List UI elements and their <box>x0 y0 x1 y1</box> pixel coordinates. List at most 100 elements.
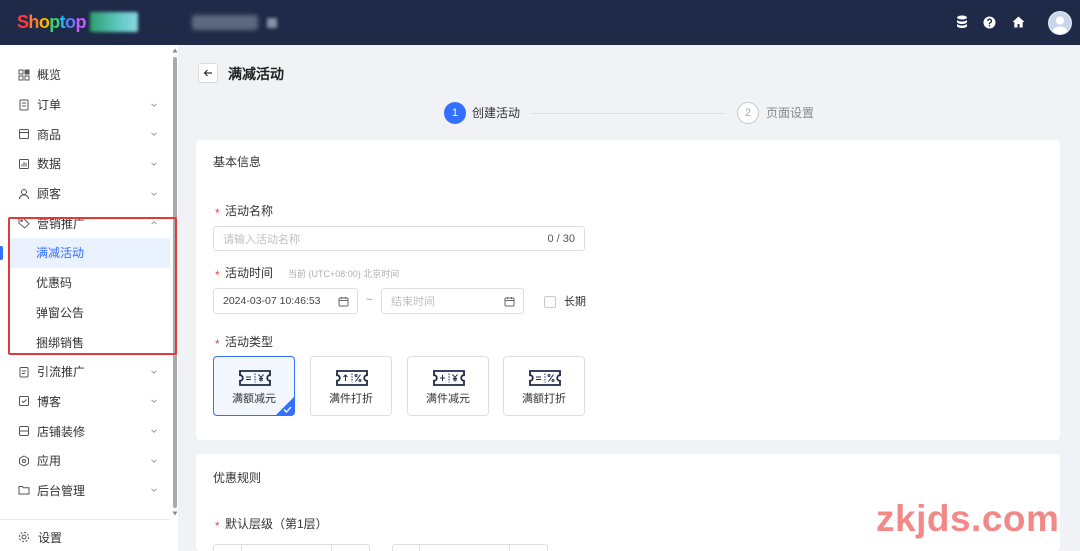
long-term-checkbox[interactable] <box>544 296 556 308</box>
step-2-circle: 2 <box>737 102 759 124</box>
sidebar-item-label: 后台管理 <box>37 483 86 498</box>
type-option-full-amount-discount[interactable]: 满额打折 <box>503 356 585 416</box>
sidebar-item-label: 顾客 <box>37 187 62 202</box>
chevron-down-icon <box>150 190 158 198</box>
ticket-percent-icon <box>335 369 369 387</box>
home-icon[interactable] <box>1010 14 1026 30</box>
sidebar-item-settings[interactable]: 设置 <box>0 524 170 550</box>
tier-threshold-input[interactable] <box>213 544 370 551</box>
active-item-indicator <box>0 246 3 260</box>
sidebar-item-admin[interactable]: 后台管理 <box>0 476 170 506</box>
logo-letter: h <box>28 12 39 32</box>
page-title: 满减活动 <box>228 66 284 82</box>
sidebar-item-traffic[interactable]: 引流推广 <box>0 357 170 387</box>
activity-name-label: 活动名称 <box>225 204 274 218</box>
dashboard-icon <box>18 69 30 81</box>
chevron-down-icon <box>150 101 158 109</box>
ticket-percent-icon <box>528 369 562 387</box>
type-option-full-quantity-minus[interactable]: 满件减元 <box>407 356 489 416</box>
folder-icon <box>18 484 30 496</box>
basic-info-card: 基本信息 * 活动名称 请输入活动名称 0 / 30 * 活动时间 当前 (UT… <box>196 140 1060 440</box>
scrollbar-down-arrow[interactable] <box>172 511 178 516</box>
basic-info-title: 基本信息 <box>213 155 262 169</box>
timezone-hint: 当前 (UTC+08:00) 北京时间 <box>288 269 400 279</box>
traffic-icon <box>18 366 30 378</box>
ticket-yuan-icon <box>432 369 466 387</box>
order-icon <box>18 99 30 111</box>
help-icon[interactable] <box>981 14 997 30</box>
chevron-down-icon <box>150 427 158 435</box>
blog-icon <box>18 395 30 407</box>
sidebar-item-label: 引流推广 <box>37 365 86 380</box>
logo-letter: o <box>65 12 76 32</box>
sidebar-item-label: 应用 <box>37 454 62 469</box>
start-time-input[interactable]: 2024-03-07 10:46:53 <box>213 288 358 314</box>
redacted-store-badge <box>90 12 138 32</box>
activity-time-label: 活动时间 <box>225 266 274 280</box>
logo-letter: p <box>49 12 60 32</box>
sidebar-item-label: 设置 <box>38 530 63 545</box>
sidebar-item-blog[interactable]: 博客 <box>0 387 170 417</box>
type-option-full-amount-minus[interactable]: 满额减元 <box>213 356 295 416</box>
avatar[interactable] <box>1048 11 1072 35</box>
input-divider <box>419 545 420 551</box>
scrollbar-up-arrow[interactable] <box>172 48 178 53</box>
sidebar-item-customers[interactable]: 顾客 <box>0 179 170 209</box>
activity-name-placeholder: 请输入活动名称 <box>223 233 300 246</box>
sidebar-item-overview[interactable]: 概览 <box>0 60 170 90</box>
calendar-icon[interactable] <box>504 296 515 307</box>
input-divider <box>509 545 510 551</box>
input-divider <box>241 545 242 551</box>
sidebar-divider <box>0 519 170 520</box>
apps-icon <box>18 455 30 467</box>
product-icon <box>18 128 30 140</box>
sidebar-item-label: 概览 <box>37 68 62 83</box>
activity-type-label: 活动类型 <box>225 335 274 349</box>
top-header: Shoptop <box>0 0 1080 45</box>
required-mark: * <box>215 519 220 533</box>
watermark: zkjds.com <box>876 498 1060 539</box>
sidebar-item-label: 店铺装修 <box>37 424 86 439</box>
start-time-value: 2024-03-07 10:46:53 <box>223 295 321 307</box>
gear-icon <box>18 531 30 543</box>
sidebar-item-products[interactable]: 商品 <box>0 119 170 149</box>
step-1-circle: 1 <box>444 102 466 124</box>
chevron-down-icon <box>150 160 158 168</box>
database-icon[interactable] <box>954 14 970 30</box>
discount-rules-title: 优惠规则 <box>213 471 262 485</box>
chevron-down-icon <box>150 486 158 494</box>
analytics-icon <box>18 158 30 170</box>
ticket-yuan-icon <box>238 369 272 387</box>
end-time-placeholder: 结束时间 <box>391 296 435 308</box>
chevron-down-icon <box>150 368 158 376</box>
type-option-full-quantity-discount[interactable]: 满件打折 <box>310 356 392 416</box>
store-design-icon <box>18 425 30 437</box>
step-2-label: 页面设置 <box>766 106 815 120</box>
sidebar-item-apps[interactable]: 应用 <box>0 446 170 476</box>
long-term-label[interactable]: 长期 <box>564 295 586 309</box>
calendar-icon[interactable] <box>338 296 349 307</box>
required-mark: * <box>215 337 220 351</box>
sidebar-item-store-design[interactable]: 店铺装修 <box>0 416 170 446</box>
tier-discount-input[interactable] <box>392 544 548 551</box>
end-time-input[interactable]: 结束时间 <box>381 288 524 314</box>
logo-letter: S <box>17 12 29 32</box>
activity-name-input[interactable]: 请输入活动名称 0 / 30 <box>213 226 585 251</box>
redacted-store-icon <box>267 18 277 28</box>
input-divider <box>331 545 332 551</box>
sidebar-item-label: 数据 <box>37 157 62 172</box>
default-tier-label: 默认层级（第1层） <box>225 517 328 531</box>
type-option-label: 满额打折 <box>522 393 566 405</box>
type-option-label: 满件减元 <box>426 393 470 405</box>
back-button[interactable] <box>198 63 218 83</box>
redacted-store-name <box>192 15 258 30</box>
back-arrow-icon <box>203 68 213 78</box>
sidebar-item-analytics[interactable]: 数据 <box>0 149 170 179</box>
required-mark: * <box>215 268 220 282</box>
sidebar-item-orders[interactable]: 订单 <box>0 90 170 120</box>
customer-icon <box>18 188 30 200</box>
required-mark: * <box>215 206 220 220</box>
shoptop-logo[interactable]: Shoptop <box>17 11 86 33</box>
sidebar-item-label: 订单 <box>37 98 62 113</box>
sidebar-item-label: 博客 <box>37 394 62 409</box>
